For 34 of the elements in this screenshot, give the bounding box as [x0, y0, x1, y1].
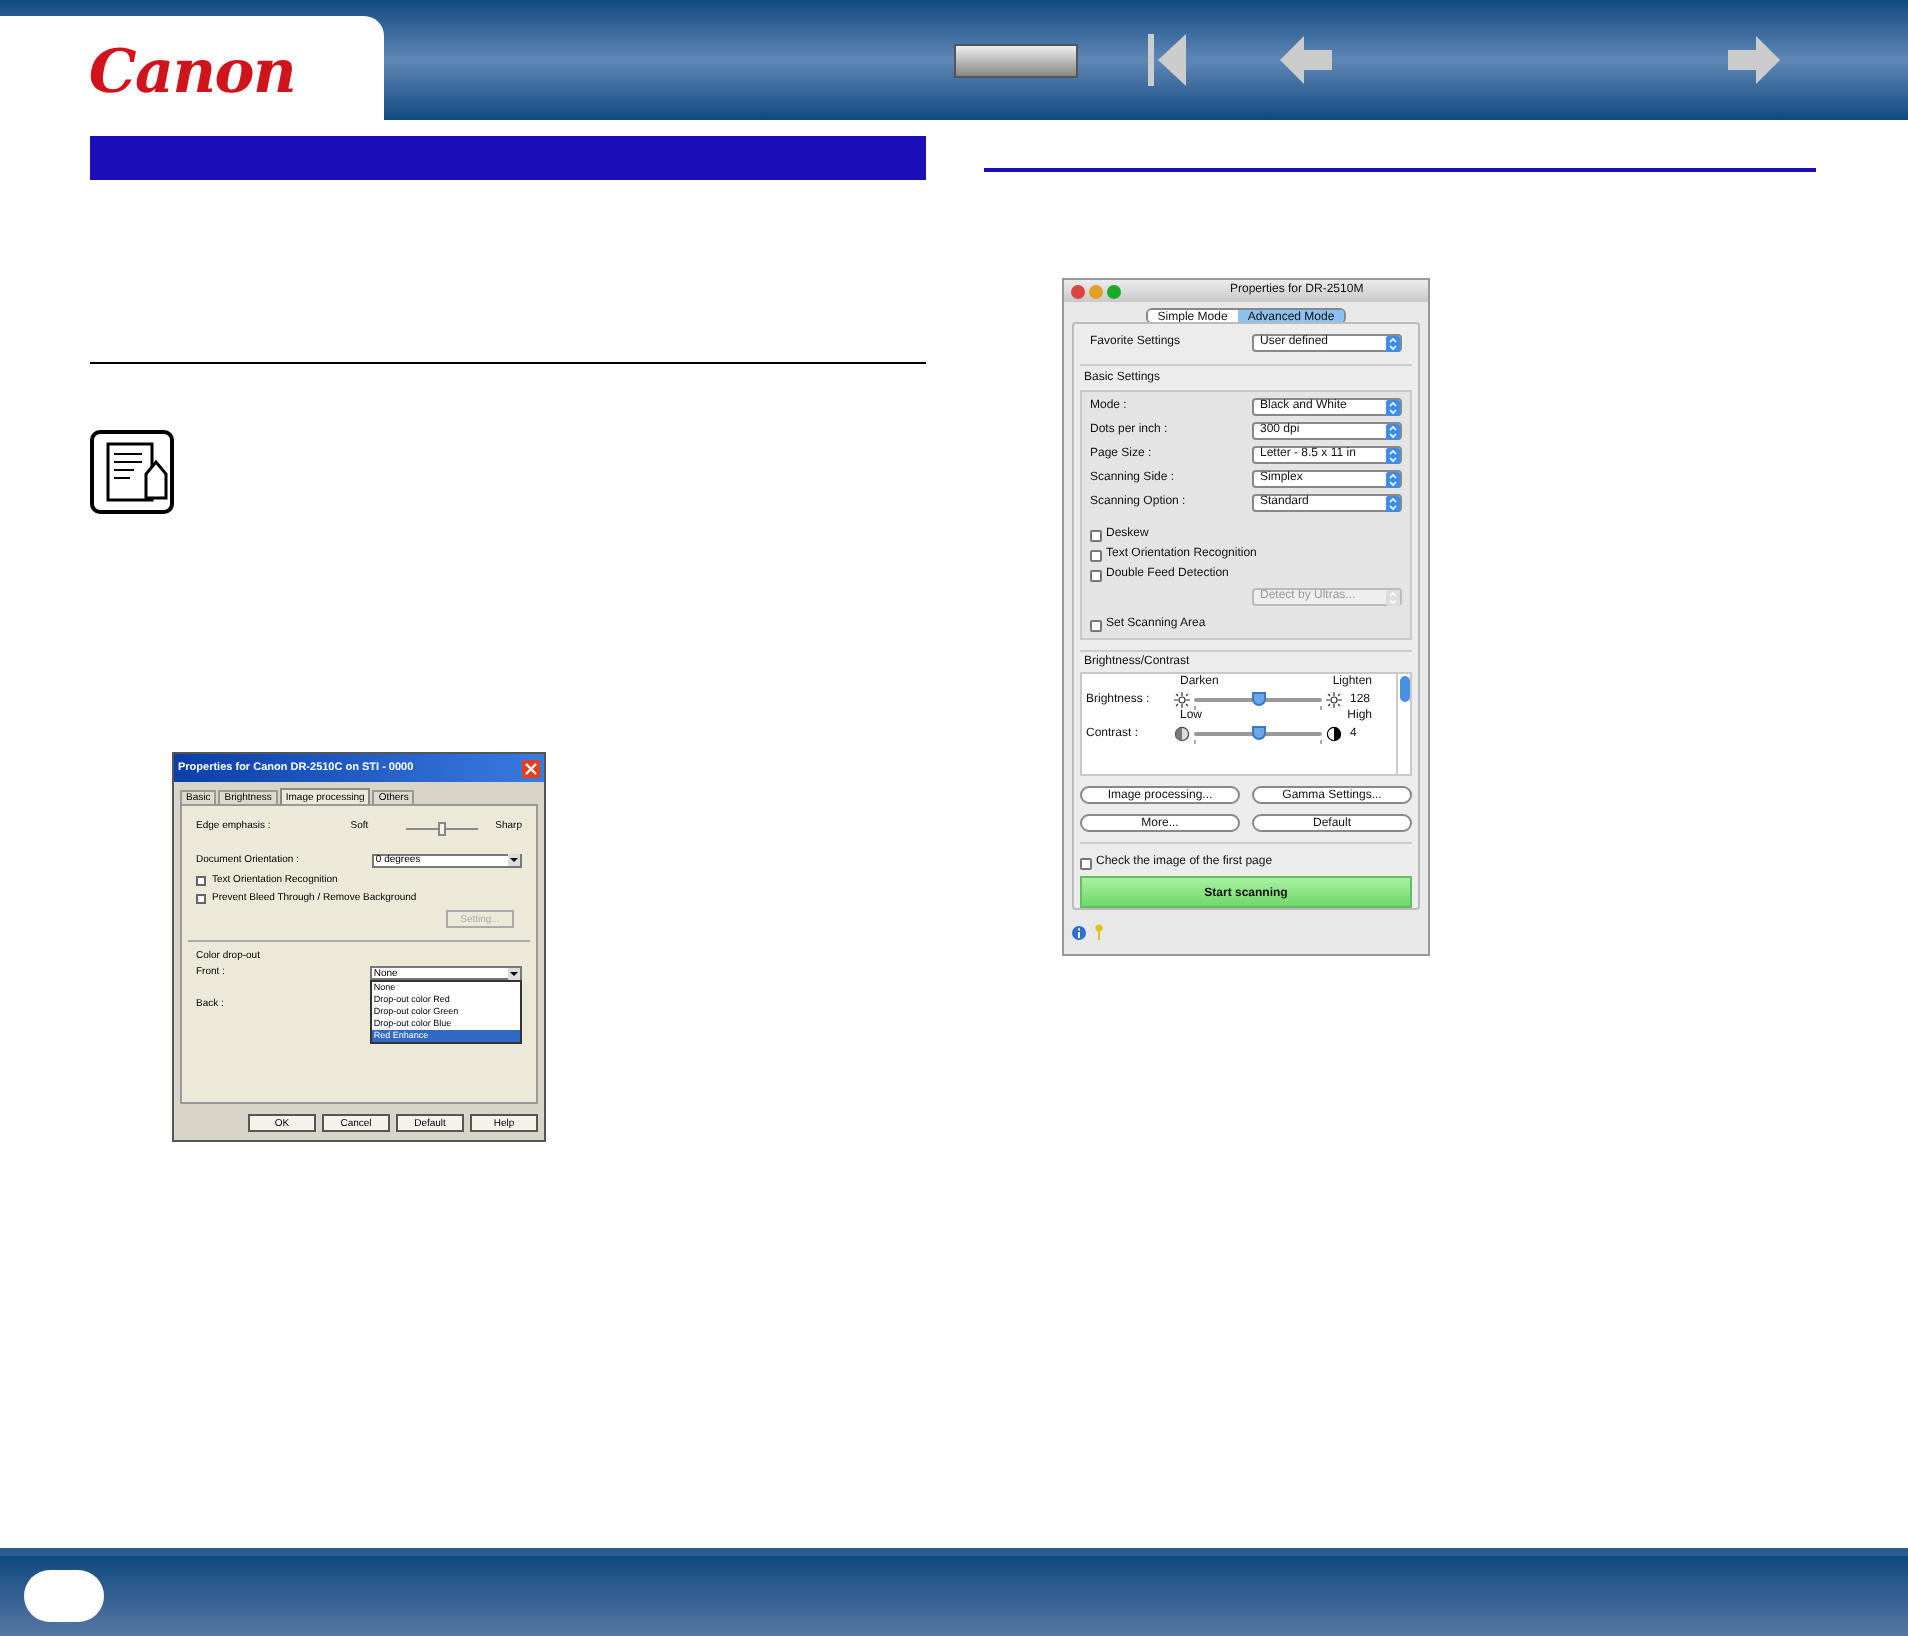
logo: Canon	[88, 35, 296, 111]
stepper-icon	[1386, 335, 1400, 351]
sun-icon	[1174, 692, 1190, 708]
slider-thumb[interactable]	[438, 822, 446, 836]
caret-icon	[508, 967, 520, 979]
caret-icon	[508, 854, 520, 866]
window-controls-icon[interactable]	[1070, 283, 1126, 299]
info-icon[interactable]	[1072, 925, 1086, 939]
forward-arrow-icon[interactable]	[1726, 34, 1782, 86]
slider-thumb[interactable]	[1251, 692, 1265, 706]
stepper-icon	[1386, 423, 1400, 439]
stepper-icon	[1386, 471, 1400, 487]
checkbox[interactable]	[1080, 857, 1092, 869]
checkbox[interactable]	[1090, 569, 1102, 581]
slider-thumb[interactable]	[1251, 726, 1265, 740]
sun-icon	[1326, 692, 1342, 708]
page-number-badge	[24, 1570, 104, 1622]
stepper-icon	[1386, 399, 1400, 415]
checkbox[interactable]	[1090, 619, 1102, 631]
first-page-icon[interactable]	[1146, 30, 1190, 90]
scrollbar[interactable]	[1396, 674, 1410, 774]
contrast-icon	[1326, 726, 1342, 742]
stepper-icon	[1386, 495, 1400, 511]
checkbox[interactable]	[1090, 529, 1102, 541]
close-icon[interactable]	[522, 759, 540, 777]
contrast-icon	[1174, 726, 1190, 742]
checkbox[interactable]	[1090, 549, 1102, 561]
note-icon	[90, 430, 174, 514]
checkbox[interactable]	[196, 875, 206, 885]
checkbox[interactable]	[196, 893, 206, 903]
blank-button[interactable]	[954, 43, 1078, 77]
back-arrow-icon[interactable]	[1278, 34, 1334, 86]
stepper-icon	[1386, 589, 1400, 605]
stepper-icon	[1386, 447, 1400, 463]
